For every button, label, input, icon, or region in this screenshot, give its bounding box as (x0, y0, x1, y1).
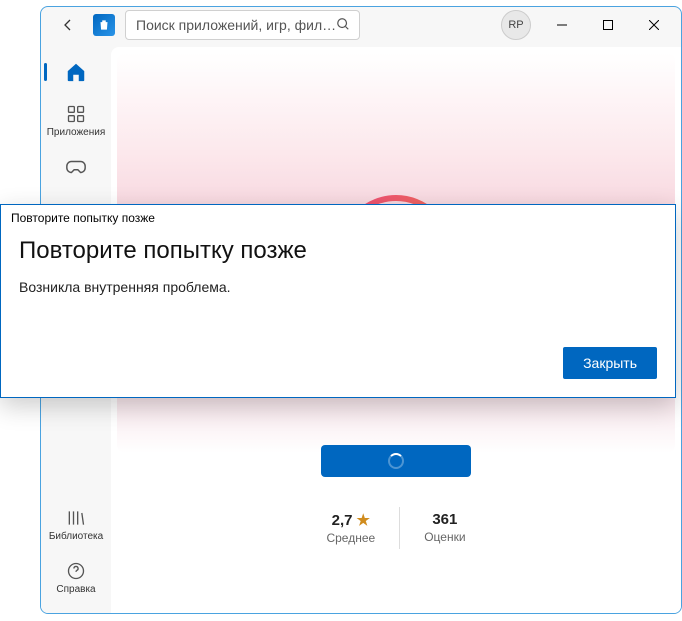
reviews-stat: 361 Оценки (399, 507, 489, 549)
nav-library-label: Библиотека (49, 531, 103, 542)
dialog-titlebar: Повторите попытку позже (1, 205, 675, 231)
user-avatar[interactable]: RP (501, 10, 531, 40)
rating-stat: 2,7 ★ Среднее (302, 507, 399, 549)
search-icon (336, 17, 350, 34)
spinner-icon (388, 453, 404, 469)
nav-apps-label: Приложения (47, 127, 106, 138)
window-controls (539, 9, 677, 41)
maximize-button[interactable] (585, 9, 631, 41)
store-logo (93, 14, 115, 36)
titlebar: Поиск приложений, игр, фил… RP (41, 7, 681, 43)
search-input[interactable]: Поиск приложений, игр, фил… (125, 10, 360, 40)
nav-home[interactable] (46, 53, 106, 91)
reviews-label: Оценки (424, 530, 465, 544)
games-icon (65, 156, 87, 178)
arrow-left-icon (60, 17, 76, 33)
help-icon (65, 560, 87, 582)
search-placeholder-text: Поиск приложений, игр, фил… (136, 17, 336, 33)
error-dialog: Повторите попытку позже Повторите попытк… (0, 204, 676, 398)
avatar-initials: RP (508, 19, 523, 31)
close-window-button[interactable] (631, 9, 677, 41)
loading-button[interactable] (321, 445, 471, 477)
nav-games[interactable] (46, 148, 106, 186)
reviews-value: 361 (424, 511, 465, 528)
dialog-heading: Повторите попытку позже (19, 237, 657, 265)
star-icon: ★ (357, 511, 370, 529)
apps-icon (65, 103, 87, 125)
nav-help-label: Справка (56, 584, 95, 595)
dialog-message: Возникла внутренняя проблема. (19, 279, 657, 295)
rating-value: 2,7 (332, 512, 353, 529)
minimize-button[interactable] (539, 9, 585, 41)
back-button[interactable] (53, 10, 83, 40)
nav-help[interactable]: Справка (46, 552, 106, 601)
stats-row: 2,7 ★ Среднее 361 Оценки (111, 507, 681, 549)
rating-label: Среднее (326, 531, 375, 545)
nav-apps[interactable]: Приложения (46, 95, 106, 144)
library-icon (65, 507, 87, 529)
nav-library[interactable]: Библиотека (46, 499, 106, 548)
dialog-close-button[interactable]: Закрыть (563, 347, 657, 379)
home-icon (65, 61, 87, 83)
